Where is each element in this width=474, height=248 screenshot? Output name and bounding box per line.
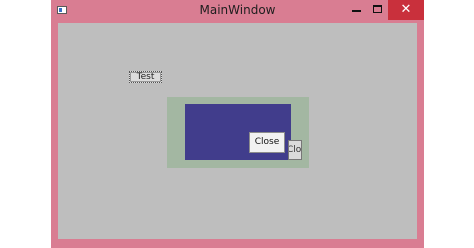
minimize-button[interactable] (347, 0, 367, 20)
window-close-button[interactable]: ✕ (388, 0, 424, 20)
maximize-icon (373, 5, 382, 13)
close-button[interactable]: Close (249, 132, 285, 153)
title-bar[interactable]: MainWindow ✕ (51, 0, 424, 22)
test-button[interactable]: Test (129, 71, 162, 83)
maximize-button[interactable] (368, 0, 388, 20)
main-window: MainWindow ✕ Test Close Close (51, 0, 424, 248)
green-panel: Close Close (167, 97, 309, 168)
minimize-icon (352, 10, 361, 12)
close-icon: ✕ (400, 2, 412, 17)
client-area: Test Close Close (58, 23, 417, 239)
partially-hidden-button[interactable]: Close (288, 140, 302, 160)
